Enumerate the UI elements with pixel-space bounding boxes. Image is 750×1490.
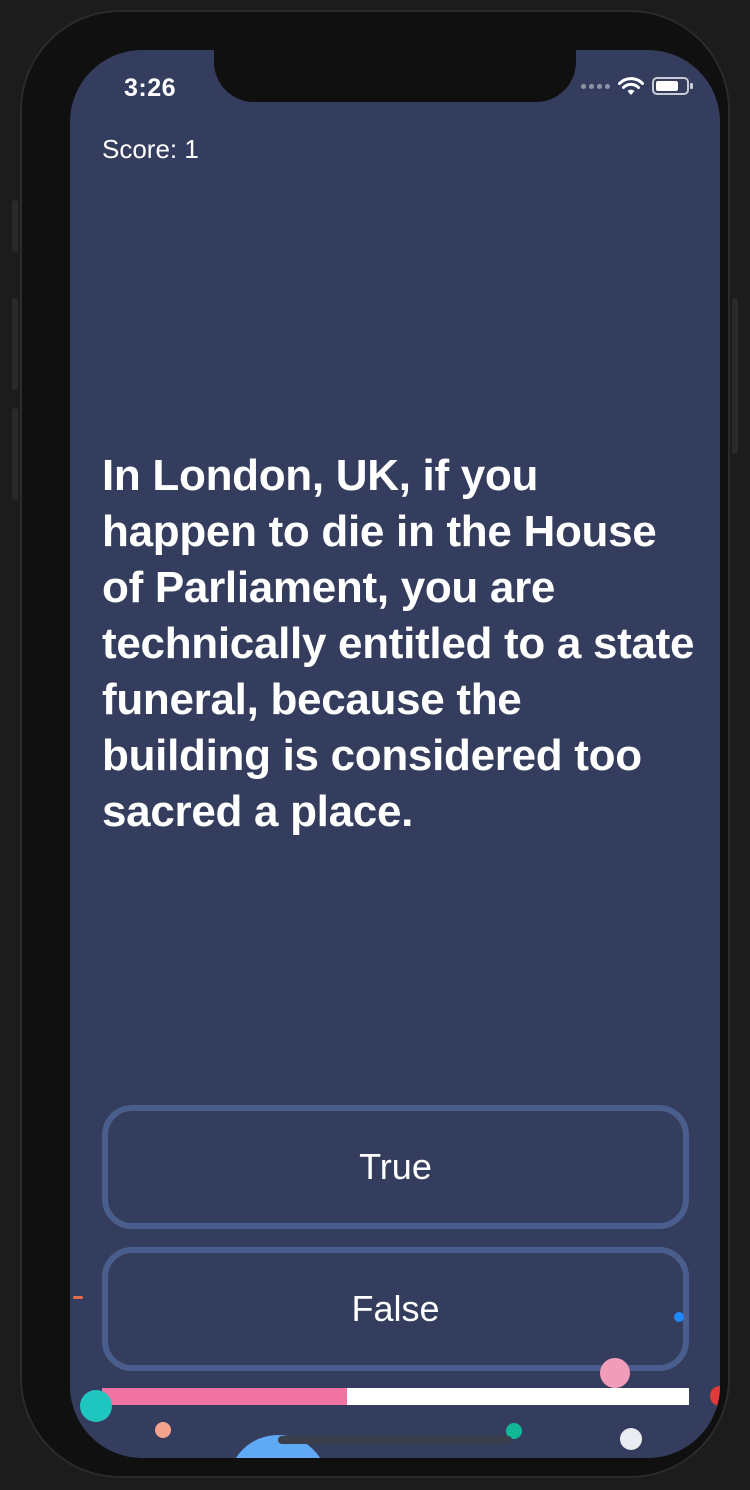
silent-switch bbox=[12, 200, 18, 252]
confetti-dot bbox=[600, 1358, 630, 1388]
confetti-dot bbox=[620, 1428, 642, 1450]
battery-icon bbox=[652, 77, 693, 95]
confetti-dot bbox=[674, 1312, 684, 1322]
home-indicator[interactable] bbox=[278, 1436, 512, 1444]
confetti-dot bbox=[710, 1386, 720, 1406]
question-text: In London, UK, if you happen to die in t… bbox=[102, 451, 695, 836]
phone-frame: 3:26 Score: 1 In London, UK, if you happ… bbox=[12, 10, 738, 1478]
confetti-dash bbox=[73, 1296, 83, 1299]
volume-down-button bbox=[12, 408, 18, 500]
confetti-dot bbox=[80, 1390, 112, 1422]
progress-bar bbox=[102, 1388, 689, 1405]
notch bbox=[214, 50, 576, 102]
progress-bar-fill bbox=[102, 1388, 347, 1405]
wifi-icon bbox=[618, 77, 644, 95]
true-button[interactable]: True bbox=[102, 1105, 689, 1229]
cellular-signal-icon bbox=[581, 83, 610, 89]
volume-up-button bbox=[12, 298, 18, 390]
score-label: Score: 1 bbox=[102, 134, 199, 164]
confetti-dot bbox=[155, 1422, 171, 1438]
app-screen: 3:26 Score: 1 In London, UK, if you happ… bbox=[70, 50, 720, 1458]
status-time: 3:26 bbox=[124, 74, 177, 102]
status-icons bbox=[581, 76, 694, 96]
power-button bbox=[732, 298, 738, 454]
false-button[interactable]: False bbox=[102, 1247, 689, 1371]
